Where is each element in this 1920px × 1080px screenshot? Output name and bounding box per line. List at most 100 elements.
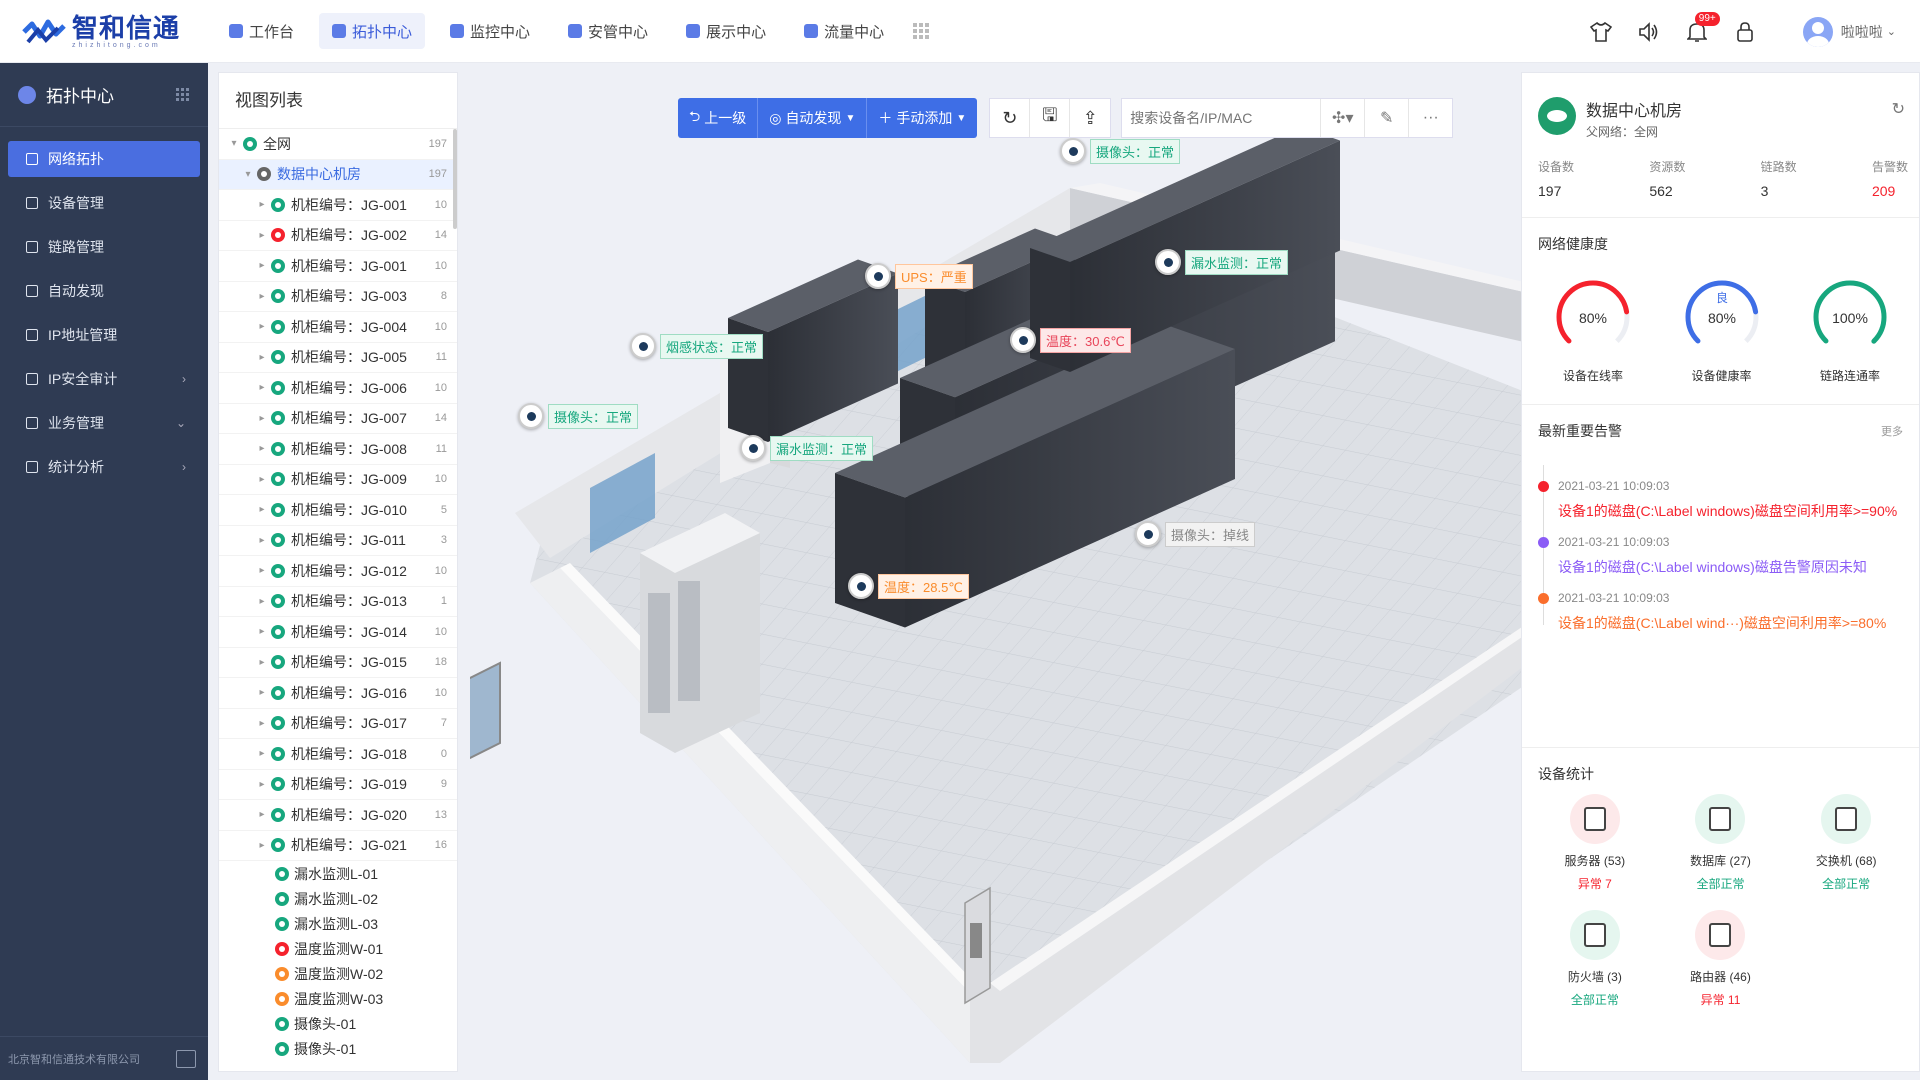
scene-status-label[interactable]: UPS：严重 [865, 263, 973, 289]
refresh-icon[interactable]: ↻ [1892, 99, 1905, 119]
apps-grid-icon[interactable] [913, 23, 930, 39]
scene-status-label[interactable]: 烟感状态：正常 [630, 333, 764, 359]
tree-node-sensor[interactable]: 摄像头-01 [219, 1036, 457, 1061]
caret-right-icon[interactable]: ▸ [257, 565, 267, 576]
auto-discover-button[interactable]: ◎ 自动发现 ▼ [758, 98, 868, 138]
more-icon[interactable]: ··· [1408, 99, 1452, 137]
refresh-icon[interactable]: ↻ [990, 99, 1031, 137]
alert-item[interactable]: 2021-03-21 10:09:03 设备1的磁盘(C:\Label windo… [1538, 479, 1903, 521]
caret-right-icon[interactable]: ▸ [257, 352, 267, 363]
caret-right-icon[interactable]: ▸ [257, 260, 267, 271]
caret-right-icon[interactable]: ▸ [257, 443, 267, 454]
nav-security-center[interactable]: 安管中心 [555, 13, 661, 49]
tree-node-cabinet[interactable]: ▸ 机柜编号：JG-001 10 [219, 190, 457, 221]
tree-node-cabinet[interactable]: ▸ 机柜编号：JG-011 3 [219, 526, 457, 556]
tree-node-cabinet[interactable]: ▸ 机柜编号：JG-016 10 [219, 678, 457, 709]
tree-node-sensor[interactable]: 温度监测W-01 [219, 936, 457, 961]
tree-node-cabinet[interactable]: ▸ 机柜编号：JG-004 10 [219, 312, 457, 343]
tree-node-cabinet[interactable]: ▸ 机柜编号：JG-005 11 [219, 343, 457, 373]
scene-status-label[interactable]: 温度：28.5℃ [848, 573, 969, 599]
alert-item[interactable]: 2021-03-21 10:09:03 设备1的磁盘(C:\Label wind·… [1538, 591, 1903, 633]
back-button[interactable]: ⮌ 上一级 [678, 98, 759, 138]
device-stat-card[interactable]: 路由器 (46) 异常 11 [1658, 910, 1784, 1008]
tree-node-cabinet[interactable]: ▸ 机柜编号：JG-021 16 [219, 831, 457, 861]
sidebar-item-auto-discovery[interactable]: 自动发现 [8, 273, 200, 309]
caret-down-icon[interactable]: ▾ [243, 169, 253, 180]
scene-status-label[interactable]: 摄像头：正常 [1060, 138, 1181, 164]
sidebar-item-device-management[interactable]: 设备管理 [8, 185, 200, 221]
caret-right-icon[interactable]: ▸ [257, 626, 267, 637]
caret-right-icon[interactable]: ▸ [257, 382, 267, 393]
device-stat-card[interactable]: 交换机 (68) 全部正常 [1783, 794, 1909, 892]
layout-icon[interactable]: ✣▾ [1320, 99, 1364, 137]
caret-right-icon[interactable]: ▸ [257, 321, 267, 332]
nav-display-center[interactable]: 展示中心 [673, 13, 779, 49]
skin-icon[interactable] [1589, 20, 1613, 44]
caret-right-icon[interactable]: ▸ [257, 291, 267, 302]
tree-node-root[interactable]: ▾ 全网 197 [219, 129, 457, 160]
device-stat-card[interactable]: 服务器 (53) 异常 7 [1532, 794, 1658, 892]
tree-node-cabinet[interactable]: ▸ 机柜编号：JG-010 5 [219, 495, 457, 526]
caret-right-icon[interactable]: ▸ [257, 199, 267, 210]
edit-icon[interactable]: ✎ [1364, 99, 1408, 137]
caret-right-icon[interactable]: ▸ [257, 535, 267, 546]
search-input[interactable] [1122, 99, 1321, 137]
lock-icon[interactable] [1733, 20, 1757, 44]
caret-down-icon[interactable]: ▾ [229, 138, 239, 149]
tree-node-cabinet[interactable]: ▸ 机柜编号：JG-014 10 [219, 617, 457, 648]
tree-node-cabinet[interactable]: ▸ 机柜编号：JG-018 0 [219, 739, 457, 770]
sidebar-item-statistics[interactable]: 统计分析 › [8, 449, 200, 485]
tree-node-cabinet[interactable]: ▸ 机柜编号：JG-007 14 [219, 404, 457, 434]
collapse-sidebar-icon[interactable] [176, 1049, 196, 1068]
caret-right-icon[interactable]: ▸ [257, 504, 267, 515]
tree-node-sensor[interactable]: 漏水监测L-01 [219, 861, 457, 886]
scrollbar[interactable] [453, 129, 457, 229]
caret-right-icon[interactable]: ▸ [257, 779, 267, 790]
scene-status-label[interactable]: 摄像头：正常 [518, 403, 639, 429]
scene-status-label[interactable]: 漏水监测：正常 [740, 435, 874, 461]
tree-node-sensor[interactable]: 摄像头-01 [219, 1011, 457, 1036]
device-stat-card[interactable]: 数据库 (27) 全部正常 [1658, 794, 1784, 892]
tree-node-cabinet[interactable]: ▸ 机柜编号：JG-003 8 [219, 282, 457, 312]
grid-icon[interactable] [176, 87, 190, 102]
tree-node-cabinet[interactable]: ▸ 机柜编号：JG-015 18 [219, 648, 457, 678]
tree-node-cabinet[interactable]: ▸ 机柜编号：JG-009 10 [219, 465, 457, 495]
tree-node-cabinet[interactable]: ▸ 机柜编号：JG-020 13 [219, 800, 457, 831]
caret-right-icon[interactable]: ▸ [257, 840, 267, 851]
tree-node-sensor[interactable]: 漏水监测L-02 [219, 886, 457, 911]
nav-workbench[interactable]: 工作台 [216, 13, 307, 49]
tree-node-sensor[interactable]: 漏水监测L-03 [219, 911, 457, 936]
caret-right-icon[interactable]: ▸ [257, 748, 267, 759]
tree-node-cabinet[interactable]: ▸ 机柜编号：JG-002 14 [219, 221, 457, 251]
caret-right-icon[interactable]: ▸ [257, 413, 267, 424]
tree-node-cabinet[interactable]: ▸ 机柜编号：JG-019 9 [219, 770, 457, 800]
volume-icon[interactable] [1637, 20, 1661, 44]
caret-right-icon[interactable]: ▸ [257, 718, 267, 729]
user-menu[interactable]: 啦啦啦 ⌄ [1802, 16, 1896, 47]
scene-status-label[interactable]: 摄像头：掉线 [1135, 521, 1256, 547]
sidebar-item-link-management[interactable]: 链路管理 [8, 229, 200, 265]
nav-traffic-center[interactable]: 流量中心 [791, 13, 897, 49]
tree-node-cabinet[interactable]: ▸ 机柜编号：JG-008 11 [219, 434, 457, 465]
nav-monitor-center[interactable]: 监控中心 [437, 13, 543, 49]
caret-right-icon[interactable]: ▸ [257, 474, 267, 485]
save-icon[interactable]: 🖫 [1030, 99, 1071, 137]
tree-node-cabinet[interactable]: ▸ 机柜编号：JG-001 10 [219, 251, 457, 282]
export-icon[interactable]: ⇪ [1070, 99, 1110, 137]
alert-item[interactable]: 2021-03-21 10:09:03 设备1的磁盘(C:\Label windo… [1538, 535, 1903, 577]
scene-status-label[interactable]: 漏水监测：正常 [1155, 249, 1289, 275]
scene-status-label[interactable]: 温度：30.6℃ [1010, 327, 1131, 353]
topology-canvas[interactable]: ⮌上一级 ◎自动发现▼ ＋手动添加▼ ↻ 🖫 ⇪ ✣▾ ✎ ··· 摄像头：正常… [470, 63, 1528, 1080]
caret-right-icon[interactable]: ▸ [257, 687, 267, 698]
caret-right-icon[interactable]: ▸ [257, 657, 267, 668]
tree-node-cabinet[interactable]: ▸ 机柜编号：JG-017 7 [219, 709, 457, 739]
sidebar-item-business-management[interactable]: 业务管理 ⌄ [8, 405, 200, 441]
sidebar-item-network-topology[interactable]: 网络拓扑 [8, 141, 200, 177]
nav-topology-center[interactable]: 拓扑中心 [319, 13, 426, 49]
notification-bell-icon[interactable]: 99+ [1685, 11, 1720, 44]
tree-node-sensor[interactable]: 温度监测W-03 [219, 986, 457, 1011]
tree-node-cabinet[interactable]: ▸ 机柜编号：JG-006 10 [219, 373, 457, 404]
caret-right-icon[interactable]: ▸ [257, 596, 267, 607]
tree-node-sensor[interactable]: 温度监测W-02 [219, 961, 457, 986]
tree-node-datacenter[interactable]: ▾ 数据中心机房 197 [219, 159, 457, 190]
